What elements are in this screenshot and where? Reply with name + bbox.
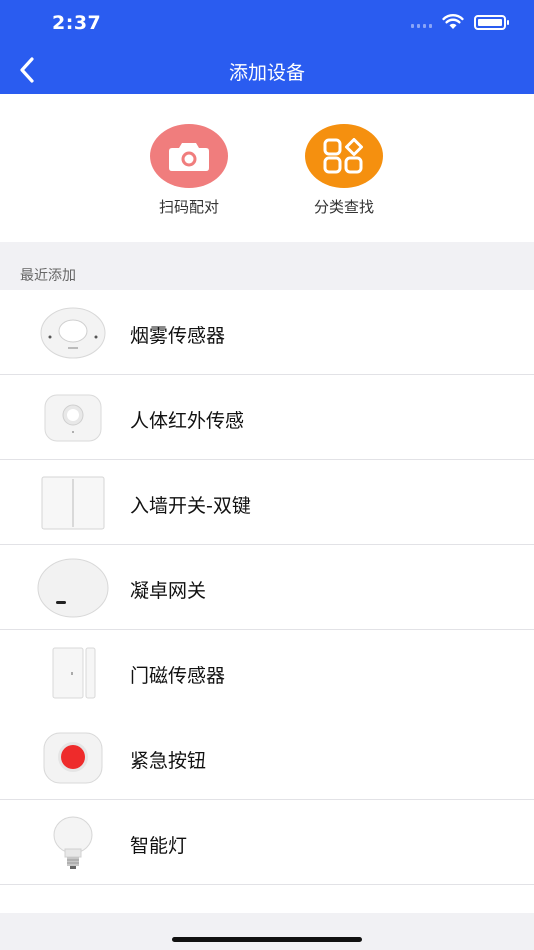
device-row[interactable]: 凝卓网关 (0, 545, 534, 630)
device-row[interactable]: 烟雾传感器 (0, 290, 534, 375)
scan-circle (150, 124, 228, 188)
wifi-icon (442, 14, 464, 29)
device-name: 门磁传感器 (130, 665, 226, 687)
device-name: 凝卓网关 (130, 580, 207, 602)
device-name: 人体红外传感 (130, 410, 245, 432)
header-bar: 2:37 添加设备 (0, 0, 534, 94)
gateway-icon (34, 557, 112, 619)
category-grid-icon (323, 138, 363, 174)
device-name: 入墙开关-双键 (130, 495, 251, 517)
scan-pair-label: 扫码配对 (158, 198, 219, 216)
scan-pair-button[interactable]: 扫码配对 (129, 124, 249, 217)
category-search-button[interactable]: 分类查找 (284, 124, 404, 217)
home-indicator[interactable] (172, 937, 362, 942)
device-row[interactable]: 紧急按钮 (0, 715, 534, 800)
emergency-button-icon (34, 727, 112, 789)
device-name: 紧急按钮 (130, 750, 207, 772)
battery-icon (474, 14, 509, 30)
door-sensor-icon (34, 642, 112, 704)
smoke-sensor-icon (34, 302, 112, 364)
device-row[interactable]: 智能灯 (0, 800, 534, 885)
page-title: 添加设备 (228, 62, 305, 84)
motion-sensor-icon (34, 387, 112, 449)
status-icons (411, 14, 509, 30)
device-row[interactable]: 入墙开关-双键 (0, 460, 534, 545)
device-list: 烟雾传感器 人体红外传感 入墙开关-双键 凝卓网关 门磁传感器 紧急按钮 智能灯 (0, 290, 534, 950)
add-method-panel: 扫码配对 分类查找 (0, 94, 534, 242)
category-search-label: 分类查找 (313, 198, 374, 216)
device-name: 智能灯 (130, 835, 188, 857)
home-bar-area (0, 913, 534, 950)
signal-icon (411, 16, 432, 28)
smart-bulb-icon (34, 812, 112, 874)
section-title: 最近添加 (20, 268, 76, 284)
status-time: 2:37 (52, 12, 102, 34)
device-row[interactable]: 门磁传感器 (0, 630, 534, 715)
camera-icon (169, 143, 209, 171)
wall-switch-icon (34, 472, 112, 534)
device-name: 烟雾传感器 (130, 325, 226, 347)
section-header: 最近添加 (0, 242, 534, 290)
category-circle (305, 124, 383, 188)
device-row[interactable]: 人体红外传感 (0, 375, 534, 460)
